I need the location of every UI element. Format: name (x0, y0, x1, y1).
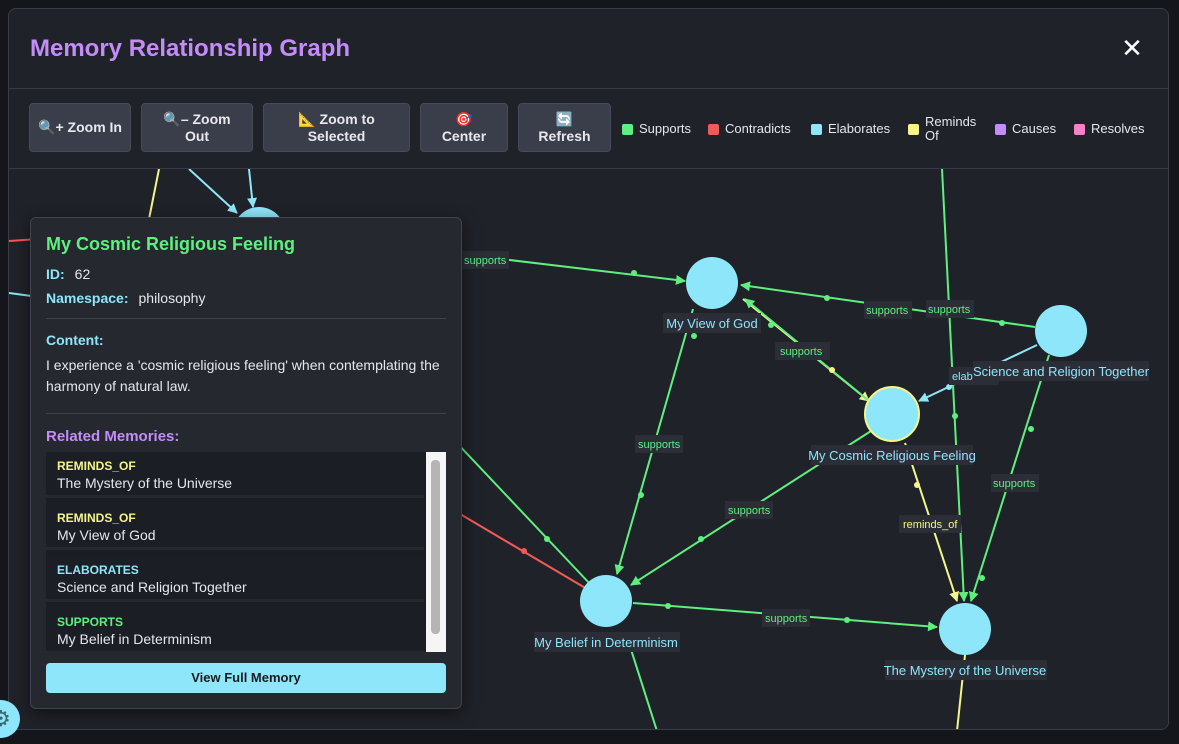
edge (247, 169, 258, 208)
edge-labels: supports supports supports supports elab… (461, 251, 1039, 627)
edge-label: supports (464, 255, 507, 267)
detail-content-text: I experience a 'cosmic religious feeling… (46, 357, 440, 394)
zoom-to-selected-button[interactable]: 📐 Zoom to Selected (263, 103, 410, 152)
node-labels: My View of God Science and Religion Toge… (534, 313, 1150, 680)
edge-label: supports (928, 304, 971, 316)
graph-node-science-religion[interactable] (1035, 305, 1087, 357)
contradicts-swatch (708, 123, 719, 135)
node-label: My View of God (666, 316, 758, 331)
modal-title: Memory Relationship Graph (30, 35, 351, 62)
node-label: My Belief in Determinism (534, 635, 678, 650)
related-memories-list[interactable]: REMINDS_OF The Mystery of the Universe R… (46, 452, 446, 652)
node-label: Science and Religion Together (973, 364, 1150, 379)
supports-swatch (622, 123, 633, 135)
graph-modal: Memory Relationship Graph ✕ 🔍+ Zoom In 🔍… (8, 8, 1169, 730)
edge-label: supports (728, 505, 771, 517)
detail-title: My Cosmic Religious Feeling (46, 234, 296, 254)
legend-supports: Supports (622, 112, 691, 146)
edge-label: supports (765, 613, 808, 625)
graph-node-determinism[interactable] (580, 575, 632, 627)
triangle-ruler-icon: 📐 (298, 110, 316, 127)
edge-label: reminds_of (903, 519, 958, 531)
refresh-button[interactable]: 🔄 Refresh (518, 103, 611, 152)
edge-supports (454, 440, 592, 586)
zoom-out-button[interactable]: 🔍– Zoom Out (141, 103, 253, 152)
legend-reminds-of: Reminds Of (908, 112, 981, 146)
close-icon[interactable]: ✕ (1116, 33, 1148, 65)
graph-node-cosmic-selected[interactable] (864, 386, 920, 442)
legend-causes: Causes (995, 112, 1056, 146)
target-icon: 🎯 (455, 110, 473, 127)
related-memory-item[interactable]: ELABORATES Science and Religion Together (46, 556, 424, 602)
magnifier-icon: 🔍 (163, 110, 181, 127)
related-memory-item[interactable]: REMINDS_OF My View of God (46, 504, 424, 550)
graph-node-mystery[interactable] (939, 603, 991, 655)
detail-id-row: ID: 62 (46, 266, 91, 282)
detail-namespace-row: Namespace: philosophy (46, 290, 206, 306)
center-button[interactable]: 🎯 Center (420, 103, 508, 152)
edge-label: supports (780, 346, 823, 358)
related-memory-item[interactable]: SUPPORTS My Belief in Determinism (46, 608, 424, 652)
legend-contradicts: Contradicts (708, 112, 791, 146)
causes-swatch (995, 123, 1006, 135)
scrollbar-thumb[interactable] (431, 460, 440, 634)
edge-label: supports (866, 305, 909, 317)
edge-label: supports (638, 439, 681, 451)
legend-resolves: Resolves (1074, 112, 1144, 146)
detail-content-label: Content: (46, 332, 104, 348)
memory-detail-panel: My Cosmic Religious Feeling ID: 62 Namesp… (30, 217, 462, 709)
elaborates-swatch (811, 123, 822, 135)
view-full-memory-button[interactable]: View Full Memory (46, 663, 446, 693)
edge-contradicts (454, 510, 588, 590)
reminds-of-swatch (908, 123, 919, 135)
edge (188, 169, 238, 214)
divider (46, 318, 446, 319)
zoom-in-button[interactable]: 🔍+ Zoom In (29, 103, 131, 152)
resolves-swatch (1074, 123, 1085, 135)
related-memory-item[interactable]: REMINDS_OF The Mystery of the Universe (46, 452, 424, 498)
refresh-icon: 🔄 (555, 110, 574, 127)
node-label: The Mystery of the Universe (884, 663, 1047, 678)
magnifier-icon: 🔍 (38, 119, 56, 135)
divider (46, 413, 446, 414)
graph-node-view-of-god[interactable] (686, 257, 738, 309)
related-list-scrollbar[interactable] (426, 452, 446, 652)
node-label: My Cosmic Religious Feeling (808, 448, 976, 463)
modal-header: Memory Relationship Graph ✕ (9, 9, 1168, 89)
edge-label: supports (993, 478, 1036, 490)
graph-toolbar: 🔍+ Zoom In 🔍– Zoom Out 📐 Zoom to Selecte… (9, 89, 1168, 169)
related-memories-label: Related Memories: (46, 428, 180, 445)
legend-elaborates: Elaborates (811, 112, 890, 146)
